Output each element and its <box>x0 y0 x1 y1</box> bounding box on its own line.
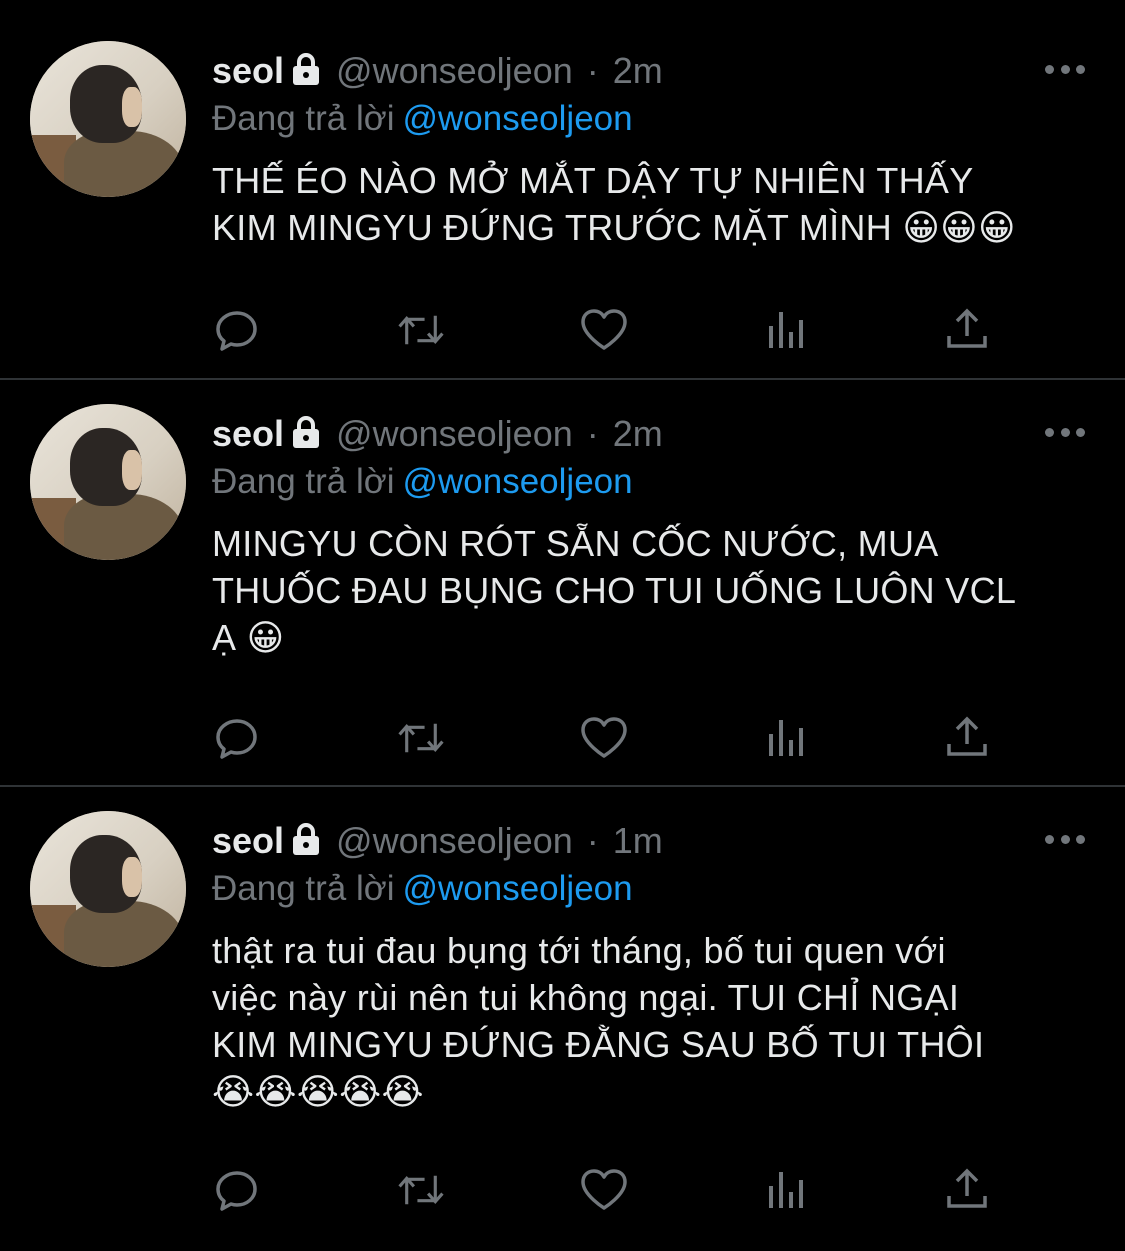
tweet-text: thật ra tui đau bụng tới tháng, bố tui q… <box>212 927 1092 1115</box>
display-name[interactable]: seol <box>212 50 284 91</box>
tweet-line: THẾ ÉO NÀO MỞ MẮT DẬY TỰ NHIÊN THẤY <box>212 160 974 201</box>
display-name[interactable]: seol <box>212 820 284 861</box>
reply-context: Đang trả lời @wonseoljeon <box>212 99 633 139</box>
lock-icon <box>290 415 322 458</box>
more-icon[interactable] <box>1045 63 1085 75</box>
handle[interactable]: @wonseoljeon <box>336 413 573 454</box>
tweet-line: KIM MINGYU ĐỨNG TRƯỚC MẶT MÌNH 😀😀😀 <box>212 207 1016 248</box>
tweet[interactable]: seol @wonseoljeon · 2m Đang trả lời @wonseol… <box>0 380 1125 787</box>
views-icon[interactable] <box>762 1165 812 1215</box>
lock-icon <box>290 52 322 95</box>
reply-prefix: Đang trả lời <box>212 99 395 138</box>
retweet-icon[interactable] <box>396 305 446 355</box>
reply-mention[interactable]: @wonseoljeon <box>402 869 632 908</box>
like-icon[interactable] <box>579 713 629 763</box>
timestamp[interactable]: 2m <box>613 413 663 454</box>
tweet-line: THUỐC ĐAU BỤNG CHO TUI UỐNG LUÔN VCL <box>212 570 1017 611</box>
action-bar <box>212 305 1012 355</box>
reply-icon[interactable] <box>212 305 262 355</box>
avatar[interactable] <box>30 41 186 197</box>
action-bar <box>212 713 1012 763</box>
separator-dot: · <box>586 820 599 861</box>
handle[interactable]: @wonseoljeon <box>336 50 573 91</box>
tweet-text: THẾ ÉO NÀO MỞ MẮT DẬY TỰ NHIÊN THẤY KIM … <box>212 157 1092 251</box>
views-icon[interactable] <box>762 305 812 355</box>
tweet-line: MINGYU CÒN RÓT SẴN CỐC NƯỚC, MUA <box>212 523 939 564</box>
avatar[interactable] <box>30 811 186 967</box>
tweet-header: seol @wonseoljeon · 1m <box>212 820 663 865</box>
separator-dot: · <box>586 413 599 454</box>
reply-prefix: Đang trả lời <box>212 462 395 501</box>
share-icon[interactable] <box>942 305 992 355</box>
reply-mention[interactable]: @wonseoljeon <box>402 99 632 138</box>
tweet-line: KIM MINGYU ĐỨNG ĐẰNG SAU BỐ TUI THÔI <box>212 1024 985 1065</box>
tweet-line: thật ra tui đau bụng tới tháng, bố tui q… <box>212 930 946 971</box>
tweet[interactable]: seol @wonseoljeon · 2m Đang trả lời @wonseol… <box>0 0 1125 380</box>
tweet-line: 😭😭😭😭😭 <box>212 1071 424 1112</box>
like-icon[interactable] <box>579 305 629 355</box>
retweet-icon[interactable] <box>396 713 446 763</box>
retweet-icon[interactable] <box>396 1165 446 1215</box>
lock-icon <box>290 822 322 865</box>
display-name[interactable]: seol <box>212 413 284 454</box>
reply-context: Đang trả lời @wonseoljeon <box>212 462 633 502</box>
reply-context: Đang trả lời @wonseoljeon <box>212 869 633 909</box>
handle[interactable]: @wonseoljeon <box>336 820 573 861</box>
reply-prefix: Đang trả lời <box>212 869 395 908</box>
share-icon[interactable] <box>942 1165 992 1215</box>
more-icon[interactable] <box>1045 833 1085 845</box>
tweet-text: MINGYU CÒN RÓT SẴN CỐC NƯỚC, MUA THUỐC Đ… <box>212 520 1092 661</box>
reply-icon[interactable] <box>212 713 262 763</box>
tweet-line: việc này rùi nên tui không ngại. TUI CHỈ… <box>212 977 960 1018</box>
tweet-header: seol @wonseoljeon · 2m <box>212 50 663 95</box>
separator-dot: · <box>586 50 599 91</box>
reply-icon[interactable] <box>212 1165 262 1215</box>
action-bar <box>212 1165 1012 1215</box>
avatar[interactable] <box>30 404 186 560</box>
more-icon[interactable] <box>1045 426 1085 438</box>
tweet-line: Ạ 😀 <box>212 617 285 658</box>
tweet-header: seol @wonseoljeon · 2m <box>212 413 663 458</box>
views-icon[interactable] <box>762 713 812 763</box>
timestamp[interactable]: 1m <box>613 820 663 861</box>
like-icon[interactable] <box>579 1165 629 1215</box>
reply-mention[interactable]: @wonseoljeon <box>402 462 632 501</box>
timestamp[interactable]: 2m <box>613 50 663 91</box>
tweet[interactable]: seol @wonseoljeon · 1m Đang trả lời @wonseol… <box>0 787 1125 1251</box>
share-icon[interactable] <box>942 713 992 763</box>
